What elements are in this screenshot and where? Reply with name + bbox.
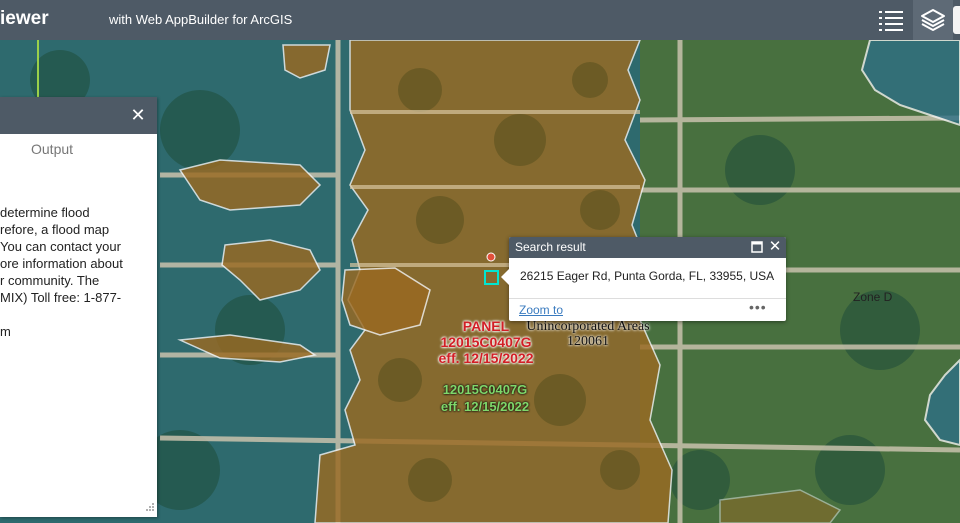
tab-output[interactable]: Output [31, 141, 73, 157]
panel-text-line: m [0, 324, 11, 339]
app-title: iewer [0, 8, 49, 29]
maximize-icon[interactable] [751, 241, 763, 253]
community-id: 120061 [567, 334, 609, 349]
panel-text-line: refore, a flood map [0, 222, 110, 237]
layers-button[interactable] [913, 0, 953, 40]
more-actions-button[interactable]: ••• [749, 299, 767, 315]
panel-titlebar: ✕ [0, 97, 157, 134]
layers-icon [921, 9, 945, 31]
panel-text-line: determine flood [0, 205, 90, 220]
zoom-to-link[interactable]: Zoom to [519, 303, 563, 317]
popup-header: Search result ✕ [509, 237, 786, 258]
panel-text-line: You can contact your [0, 239, 121, 254]
community-label: Unincorporated Areas 120061 [510, 319, 666, 349]
list-icon [879, 11, 903, 31]
panel-text-line: MIX) Toll free: 1-877- [0, 290, 122, 305]
firm-panel-green-label: 12015C0407G eff. 12/15/2022 [432, 381, 538, 415]
output-panel: ✕ Output determine flood refore, a flood… [0, 97, 157, 517]
panel-text-line [0, 306, 157, 323]
panel-effective-date-green: eff. 12/15/2022 [440, 399, 530, 414]
panel-text-line: r community. The [0, 273, 100, 288]
header-edge-button[interactable] [953, 6, 960, 34]
search-result-popup: Search result ✕ 26215 Eager Rd, Punta Go… [501, 237, 786, 321]
panel-text-line: ore information about [0, 256, 123, 271]
zone-label: Zone D [853, 290, 893, 304]
community-name: Unincorporated Areas [526, 319, 650, 334]
popup-title: Search result [515, 240, 586, 254]
app-header: iewer with Web AppBuilder for ArcGIS [0, 0, 960, 40]
panel-close-button[interactable]: ✕ [129, 104, 147, 126]
panel-effective-date: eff. 12/15/2022 [438, 350, 534, 366]
popup-divider [509, 298, 786, 299]
app-subtitle: with Web AppBuilder for ArcGIS [109, 12, 293, 27]
panel-id-green: 12015C0407G [442, 382, 528, 397]
list-button[interactable] [871, 0, 911, 40]
popup-close-button[interactable]: ✕ [768, 238, 782, 256]
resize-grip-icon[interactable] [145, 502, 155, 512]
popup-address: 26215 Eager Rd, Punta Gorda, FL, 33955, … [520, 269, 775, 283]
popup-pointer [501, 269, 509, 285]
panel-text: determine flood refore, a flood map You … [0, 204, 157, 340]
